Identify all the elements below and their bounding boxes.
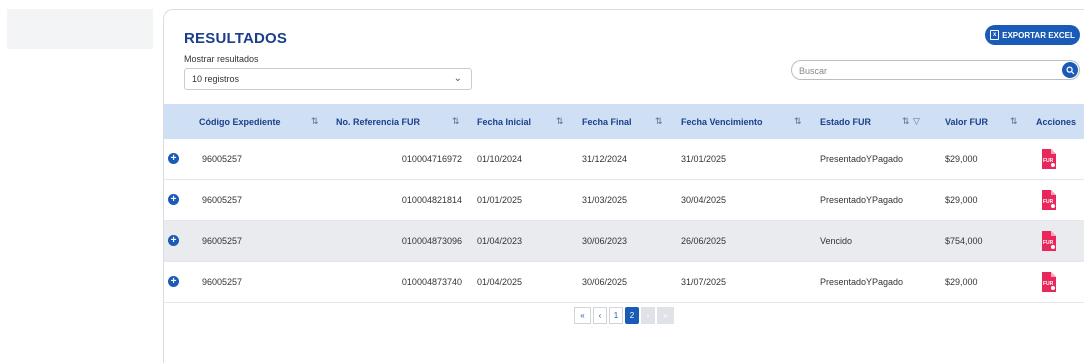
col-fecha-final[interactable]: Fecha Final bbox=[582, 117, 632, 127]
cell-valor: $29,000 bbox=[945, 195, 978, 205]
page-size-label: Mostrar resultados bbox=[184, 54, 259, 64]
cell-fecha-vencimiento: 26/06/2025 bbox=[681, 236, 727, 246]
table-row: +96005257 010004821814 01/01/2025 31/03/202… bbox=[164, 180, 1084, 221]
chevron-down-icon: ⌄ bbox=[453, 73, 462, 84]
pagination: « ‹ 1 2 › » bbox=[574, 307, 674, 324]
col-fecha-inicial[interactable]: Fecha Inicial bbox=[477, 117, 531, 127]
cell-estado: Vencido bbox=[820, 236, 853, 246]
cell-codigo: 96005257 bbox=[201, 154, 242, 164]
fur-document-icon[interactable]: FUR bbox=[1041, 271, 1057, 293]
col-fecha-vencimiento[interactable]: Fecha Vencimiento bbox=[681, 117, 763, 127]
plus-circle-icon[interactable]: + bbox=[168, 235, 179, 246]
cell-estado: PresentadoYPagado bbox=[820, 277, 904, 287]
cell-valor: $29,000 bbox=[945, 277, 978, 287]
cell-fecha-vencimiento: 31/07/2025 bbox=[681, 277, 727, 287]
cell-referencia: 010004873096 bbox=[401, 236, 462, 246]
search-placeholder: Buscar bbox=[799, 66, 828, 76]
sort-icon[interactable]: ⇅ bbox=[556, 116, 564, 127]
cell-fecha-final: 30/06/2023 bbox=[582, 236, 628, 246]
fur-document-icon[interactable]: FUR bbox=[1041, 189, 1057, 211]
col-codigo-expediente[interactable]: Código Expediente bbox=[199, 117, 281, 127]
cell-referencia: 010004716972 bbox=[401, 154, 462, 164]
cell-fecha-final: 30/06/2025 bbox=[582, 277, 628, 287]
excel-icon: x bbox=[990, 30, 1000, 40]
cell-fecha-inicial: 01/10/2024 bbox=[477, 154, 523, 164]
results-table: Código Expediente ⇅ No. Referencia FUR ⇅… bbox=[164, 104, 1084, 303]
first-page-button[interactable]: « bbox=[574, 307, 591, 324]
cell-referencia: 010004821814 bbox=[401, 195, 462, 205]
cell-estado: PresentadoYPagado bbox=[820, 154, 904, 164]
export-excel-label: EXPORTAR EXCEL bbox=[1002, 30, 1075, 40]
sort-icon[interactable]: ⇅ bbox=[902, 116, 910, 127]
filter-icon[interactable]: ▽ bbox=[913, 116, 920, 127]
cell-fecha-final: 31/12/2024 bbox=[582, 154, 628, 164]
next-page-button[interactable]: › bbox=[641, 307, 655, 324]
plus-circle-icon[interactable]: + bbox=[168, 153, 179, 164]
page-size-value: 10 registros bbox=[192, 74, 240, 84]
table-header: Código Expediente ⇅ No. Referencia FUR ⇅… bbox=[164, 104, 1084, 139]
table-row: +96005257 010004716972 01/10/2024 31/12/202… bbox=[164, 139, 1084, 180]
export-excel-button[interactable]: x EXPORTAR EXCEL bbox=[985, 25, 1080, 45]
cell-referencia: 010004873740 bbox=[401, 277, 462, 287]
cell-fecha-inicial: 01/01/2025 bbox=[477, 195, 523, 205]
prev-page-button[interactable]: ‹ bbox=[593, 307, 607, 324]
cell-fecha-inicial: 01/04/2023 bbox=[477, 236, 523, 246]
col-acciones: Acciones bbox=[1036, 117, 1077, 127]
sort-icon[interactable]: ⇅ bbox=[655, 116, 663, 127]
search-input[interactable]: Buscar bbox=[791, 60, 1080, 80]
sort-icon[interactable]: ⇅ bbox=[1010, 116, 1018, 127]
cell-fecha-vencimiento: 31/01/2025 bbox=[681, 154, 727, 164]
col-referencia-fur[interactable]: No. Referencia FUR bbox=[336, 117, 420, 127]
cell-estado: PresentadoYPagado bbox=[820, 195, 904, 205]
cell-valor: $754,000 bbox=[945, 236, 983, 246]
page-size-select[interactable]: 10 registros ⌄ bbox=[184, 68, 472, 90]
cell-fecha-vencimiento: 30/04/2025 bbox=[681, 195, 727, 205]
sort-icon[interactable]: ⇅ bbox=[311, 116, 319, 127]
cell-fecha-inicial: 01/04/2025 bbox=[477, 277, 523, 287]
cell-codigo: 96005257 bbox=[201, 236, 242, 246]
cell-codigo: 96005257 bbox=[201, 277, 242, 287]
col-estado-fur[interactable]: Estado FUR bbox=[820, 117, 871, 127]
sort-icon[interactable]: ⇅ bbox=[452, 116, 460, 127]
page-2-button[interactable]: 2 bbox=[625, 307, 639, 324]
cell-valor: $29,000 bbox=[945, 154, 978, 164]
search-button[interactable] bbox=[1062, 62, 1078, 78]
cell-fecha-final: 31/03/2025 bbox=[582, 195, 628, 205]
results-card: RESULTADOS Mostrar resultados 10 registr… bbox=[163, 9, 1084, 363]
plus-circle-icon[interactable]: + bbox=[168, 276, 179, 287]
last-page-button[interactable]: » bbox=[657, 307, 674, 324]
plus-circle-icon[interactable]: + bbox=[168, 194, 179, 205]
sidebar-panel bbox=[7, 9, 153, 49]
cell-codigo: 96005257 bbox=[201, 195, 242, 205]
page-title: RESULTADOS bbox=[184, 30, 288, 47]
page-1-button[interactable]: 1 bbox=[609, 307, 623, 324]
sort-icon[interactable]: ⇅ bbox=[794, 116, 802, 127]
table-row: +96005257 010004873740 01/04/2025 30/06/202… bbox=[164, 262, 1084, 303]
col-valor-fur[interactable]: Valor FUR bbox=[945, 117, 988, 127]
fur-document-icon[interactable]: FUR bbox=[1041, 148, 1057, 170]
search-icon bbox=[1065, 65, 1074, 74]
fur-document-icon[interactable]: FUR bbox=[1041, 230, 1057, 252]
table-row: +96005257 010004873096 01/04/2023 30/06/202… bbox=[164, 221, 1084, 262]
